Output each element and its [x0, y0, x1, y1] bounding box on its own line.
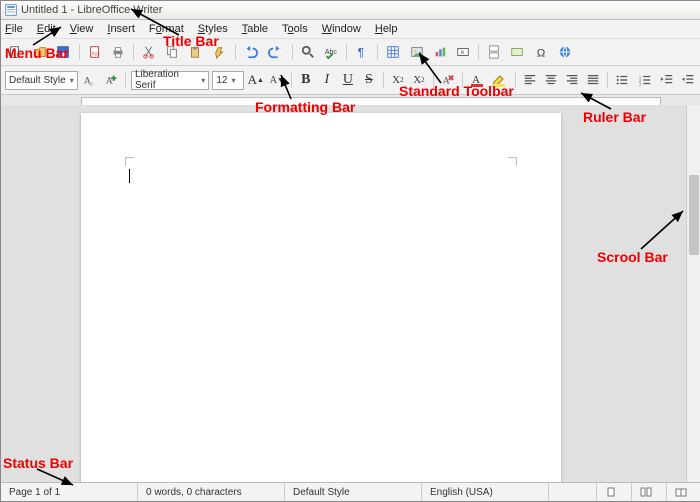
increase-indent-icon[interactable] — [658, 70, 676, 90]
margin-corner-tl — [125, 157, 134, 166]
status-language[interactable]: English (USA) — [422, 483, 549, 501]
subscript-button[interactable]: X2 — [410, 70, 428, 90]
formatting-bar: Default Style▾ Aa A Liberation Serif▾ 12… — [1, 66, 700, 95]
svg-text:3: 3 — [638, 81, 641, 86]
undo-icon[interactable] — [241, 42, 261, 62]
menu-tools[interactable]: Tools — [282, 23, 308, 35]
find-icon[interactable] — [298, 42, 318, 62]
pilcrow-icon[interactable]: ¶ — [352, 42, 372, 62]
menu-insert[interactable]: Insert — [107, 23, 135, 35]
strike-button[interactable]: S — [360, 70, 378, 90]
bullet-list-icon[interactable] — [613, 70, 631, 90]
title-bar: Untitled 1 - LibreOffice Writer — [1, 1, 700, 20]
insert-chart-icon[interactable] — [430, 42, 450, 62]
status-bar: Page 1 of 1 0 words, 0 characters Defaul… — [1, 482, 700, 501]
align-right-icon[interactable] — [563, 70, 581, 90]
shrink-font-icon[interactable]: A▼ — [268, 70, 286, 90]
view-book-icon[interactable] — [667, 483, 700, 501]
new-style-icon[interactable]: A — [102, 70, 120, 90]
svg-text:A: A — [106, 76, 113, 87]
vertical-scrollbar[interactable] — [686, 105, 700, 483]
print-icon[interactable] — [108, 42, 128, 62]
insert-image-icon[interactable] — [407, 42, 427, 62]
underline-button[interactable]: U — [339, 70, 357, 90]
font-size-combo[interactable]: 12▾ — [212, 71, 243, 90]
save-icon[interactable] — [53, 42, 73, 62]
status-words[interactable]: 0 words, 0 characters — [138, 483, 285, 501]
svg-text:¶: ¶ — [357, 45, 364, 59]
bold-button[interactable]: B — [297, 70, 315, 90]
superscript-button[interactable]: X2 — [389, 70, 407, 90]
font-name-combo[interactable]: Liberation Serif▾ — [131, 71, 209, 90]
insert-textbox-icon[interactable]: A — [453, 42, 473, 62]
document-page[interactable] — [81, 113, 561, 483]
special-char-icon[interactable]: Ω — [532, 42, 552, 62]
status-page[interactable]: Page 1 of 1 — [1, 483, 138, 501]
insert-field-icon[interactable] — [507, 42, 527, 62]
italic-button[interactable]: I — [318, 70, 336, 90]
margin-corner-tr — [508, 157, 517, 166]
menu-bar: File Edit View Insert Format Styles Tabl… — [1, 20, 700, 39]
paragraph-style-combo[interactable]: Default Style▾ — [5, 71, 78, 90]
cut-icon[interactable] — [139, 42, 159, 62]
svg-text:PDF: PDF — [92, 52, 101, 57]
menu-file[interactable]: File — [5, 23, 23, 35]
hyperlink-icon[interactable] — [555, 42, 575, 62]
clone-format-icon[interactable] — [210, 42, 230, 62]
insert-table-icon[interactable] — [383, 42, 403, 62]
menu-help[interactable]: Help — [375, 23, 398, 35]
new-doc-icon[interactable] — [5, 42, 25, 62]
copy-icon[interactable] — [162, 42, 182, 62]
status-style[interactable]: Default Style — [285, 483, 422, 501]
svg-text:A: A — [443, 76, 450, 87]
clear-format-icon[interactable]: A — [439, 70, 457, 90]
align-justify-icon[interactable] — [584, 70, 602, 90]
status-spacer — [549, 483, 597, 501]
window-title: Untitled 1 - LibreOffice Writer — [21, 4, 162, 16]
menu-styles[interactable]: Styles — [198, 23, 228, 35]
scrollbar-thumb[interactable] — [689, 175, 699, 255]
view-single-icon[interactable] — [597, 483, 632, 501]
app-icon — [5, 4, 17, 16]
spellcheck-icon[interactable]: Abc — [321, 42, 341, 62]
grow-font-icon[interactable]: A▲ — [247, 70, 265, 90]
standard-toolbar: ▾ ▾ PDF ▾ ▾ ▾ Abc ¶ ▾ A ▾ Ω — [1, 39, 700, 66]
update-style-icon[interactable]: Aa — [81, 70, 99, 90]
app-window: Untitled 1 - LibreOffice Writer File Edi… — [0, 0, 700, 502]
decrease-indent-icon[interactable] — [679, 70, 697, 90]
svg-text:Ω: Ω — [536, 47, 545, 59]
menu-table[interactable]: Table — [242, 23, 268, 35]
align-left-icon[interactable] — [521, 70, 539, 90]
highlight-icon[interactable] — [490, 70, 508, 90]
view-multi-icon[interactable] — [632, 483, 667, 501]
menu-format[interactable]: Format — [149, 23, 184, 35]
export-pdf-icon[interactable]: PDF — [85, 42, 105, 62]
align-center-icon[interactable] — [542, 70, 560, 90]
number-list-icon[interactable]: 123 — [636, 70, 654, 90]
page-break-icon[interactable] — [484, 42, 504, 62]
editor-area — [1, 105, 687, 483]
font-color-icon[interactable]: A — [468, 70, 486, 90]
menu-edit[interactable]: Edit — [37, 23, 56, 35]
svg-text:a: a — [90, 81, 93, 87]
text-cursor — [129, 169, 130, 183]
menu-view[interactable]: View — [70, 23, 94, 35]
open-icon[interactable] — [30, 42, 50, 62]
redo-icon[interactable] — [265, 42, 285, 62]
menu-window[interactable]: Window — [322, 23, 361, 35]
paste-icon[interactable] — [185, 42, 205, 62]
